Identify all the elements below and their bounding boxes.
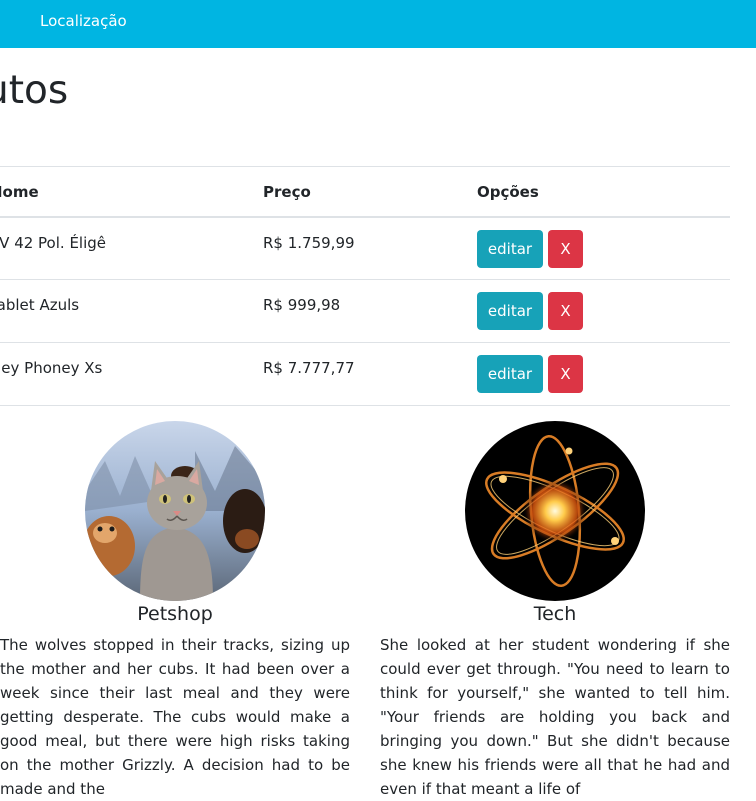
table-row: Tablet Azuls R$ 999,98 editarX — [0, 279, 730, 343]
product-actions-cell: editar X — [477, 342, 730, 406]
petshop-image — [85, 421, 265, 601]
product-price-cell: R$ 7.777,77 — [263, 342, 477, 406]
table-row: Hey Phoney Xs R$ 7.777,77 editar X — [0, 342, 730, 406]
edit-button[interactable]: editar — [477, 355, 543, 393]
column-header-name: Nome — [0, 166, 263, 218]
product-name-cell: Hey Phoney Xs — [0, 342, 263, 406]
product-actions-cell: editar X — [477, 279, 730, 343]
column-header-options: Opções — [477, 166, 730, 218]
table-header-row: Nome Preço Opções — [0, 166, 730, 218]
column-header-price: Preço — [263, 166, 477, 218]
edit-button[interactable]: editar — [477, 292, 543, 330]
category-text-petshop: The wolves stopped in their tracks, sizi… — [0, 636, 350, 798]
category-title-petshop: Petshop — [137, 603, 213, 625]
delete-button[interactable]: X — [548, 355, 583, 393]
category-text-tech: She looked at her student wondering if s… — [380, 636, 730, 798]
top-navbar: Localização — [0, 0, 756, 48]
product-name-cell: TV 42 Pol. Éligê — [0, 216, 263, 280]
nav-link-localizacao[interactable]: Localização — [40, 11, 127, 31]
delete-button[interactable]: X — [548, 292, 583, 330]
product-price-cell: R$ 999,98 — [263, 279, 477, 343]
category-title-tech: Tech — [533, 603, 577, 625]
products-table: Nome Preço Opções TV 42 Pol. Éligê R$ 1.… — [0, 166, 730, 406]
product-actions-cell: editar X — [477, 216, 730, 280]
page-title: utos — [0, 68, 69, 113]
product-name-cell: Tablet Azuls — [0, 279, 263, 343]
edit-button[interactable]: editar — [477, 229, 543, 268]
tech-image — [465, 421, 645, 601]
table-row: TV 42 Pol. Éligê R$ 1.759,99 editar X — [0, 216, 730, 280]
delete-button[interactable]: X — [548, 229, 583, 268]
product-price-cell: R$ 1.759,99 — [263, 216, 477, 280]
